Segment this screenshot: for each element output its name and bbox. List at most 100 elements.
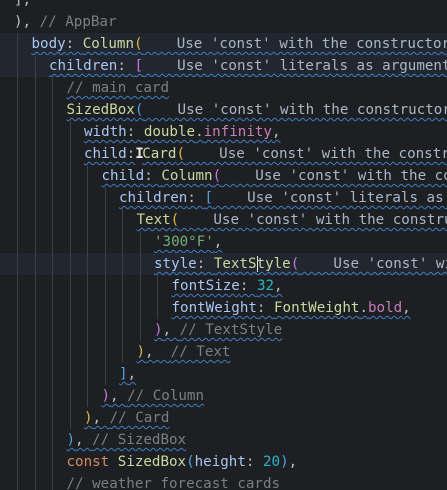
code-token: fontSize <box>171 278 240 294</box>
code-token: style <box>154 256 197 272</box>
indent-guide <box>52 297 53 319</box>
indent-guide <box>17 143 18 165</box>
code-line[interactable]: ], <box>0 363 447 385</box>
code-token: 32 <box>256 278 275 294</box>
indent-guide <box>34 341 36 363</box>
code-token: : <box>126 124 144 140</box>
indent-guide <box>122 209 123 231</box>
code-token: . <box>195 124 204 140</box>
code-token: , <box>92 410 110 426</box>
code-token: // Column <box>127 388 205 404</box>
indent-guide <box>17 231 18 253</box>
code-token: , <box>75 432 93 448</box>
code-token: : <box>117 58 135 74</box>
code-line[interactable]: fontSize: 32, <box>0 275 447 297</box>
code-line[interactable]: fontWeight: FontWeight.bold, <box>0 297 447 319</box>
code-text: SizedBox( Use 'const' with the construct… <box>67 99 447 121</box>
indent-guide <box>87 165 88 187</box>
code-token: body <box>31 36 66 52</box>
code-line[interactable]: children: [ Use 'const' literals as argu… <box>0 187 447 209</box>
code-line[interactable]: // weather forecast cards <box>0 473 447 490</box>
indent-guide <box>34 187 36 209</box>
code-token: Column <box>82 36 135 52</box>
indent-guide <box>52 209 53 231</box>
code-text: ), // Column <box>102 385 205 407</box>
indent-guide <box>139 319 141 341</box>
indent-guide <box>157 297 158 319</box>
indent-guide <box>34 77 36 99</box>
code-line[interactable]: child:ICard( Use 'const' with the constr… <box>0 143 447 165</box>
code-text: ], <box>119 363 136 385</box>
indent-guide <box>17 473 18 490</box>
code-text: children: [ Use 'const' literals as argu… <box>119 187 447 209</box>
code-line[interactable]: // main card <box>0 77 447 99</box>
code-line[interactable]: SizedBox( Use 'const' with the construct… <box>0 99 447 121</box>
code-line[interactable]: ), // Text <box>0 341 447 363</box>
code-text: // weather forecast cards <box>67 473 281 490</box>
code-token: [ <box>134 58 143 74</box>
indent-guide <box>17 165 18 187</box>
code-token: ) <box>136 344 146 360</box>
indent-guide <box>52 253 53 275</box>
code-line[interactable]: child: Column( Use 'const' with the cons… <box>0 165 447 187</box>
indent-guide <box>157 275 158 297</box>
code-token: // AppBar <box>39 14 117 30</box>
indent-guide <box>52 121 53 143</box>
indent-guide <box>87 363 88 385</box>
code-line[interactable]: style: TextStyle( Use 'const' with the c… <box>0 253 447 275</box>
indent-guide <box>34 363 36 385</box>
indent-guide <box>69 209 71 231</box>
indent-guide <box>17 363 18 385</box>
indent-guide <box>104 297 106 319</box>
code-token: ) <box>154 322 163 338</box>
code-token: , <box>127 366 137 382</box>
code-text: ), // Card <box>84 407 169 429</box>
indent-guide <box>122 275 123 297</box>
indent-guide <box>87 209 88 231</box>
code-token: infinity <box>203 124 272 140</box>
code-text: ), // TextStyle <box>154 319 282 341</box>
indent-guide <box>52 319 53 341</box>
code-text: fontWeight: FontWeight.bold, <box>172 297 411 319</box>
lint-hint: Use 'const' with the constructor <box>142 36 447 52</box>
indent-guide <box>34 143 36 165</box>
code-line[interactable]: body: Column( Use 'const' with the const… <box>0 33 447 55</box>
code-line[interactable]: const SizedBox(height: 20), <box>0 451 447 473</box>
code-token: children <box>49 58 118 74</box>
code-line[interactable]: ), // TextStyle <box>0 319 447 341</box>
indent-guide <box>122 341 123 363</box>
code-line[interactable]: Text( Use 'const' with the constructor <box>0 209 447 231</box>
code-text: ), // AppBar <box>14 11 117 33</box>
code-token: ( <box>212 168 222 184</box>
code-editor[interactable]: ],), // AppBar body: Column( Use 'const' … <box>0 0 447 490</box>
lint-hint: Use 'const' with the constructor <box>213 212 447 228</box>
indent-guide <box>17 33 18 55</box>
code-line[interactable]: '300°F', <box>0 231 447 253</box>
indent-guide <box>69 407 71 429</box>
code-line[interactable]: ), // Card <box>0 407 447 429</box>
code-token: : <box>126 146 136 162</box>
code-line[interactable]: ), // AppBar <box>0 11 447 33</box>
indent-guide <box>17 77 18 99</box>
indent-guide <box>52 143 53 165</box>
code-line[interactable]: ), // SizedBox <box>0 429 447 451</box>
code-token: double <box>143 124 196 140</box>
indent-guide <box>69 143 71 165</box>
code-line[interactable]: children: [ Use 'const' literals as argu… <box>0 55 447 77</box>
code-line[interactable]: ], <box>0 0 447 11</box>
lint-hint: Use 'const' literals as arguments <box>142 58 447 74</box>
code-token: children <box>119 190 188 206</box>
code-token: : <box>256 300 275 316</box>
code-token: const <box>66 454 118 470</box>
indent-guide <box>52 187 53 209</box>
indent-guide <box>34 99 36 121</box>
code-text: fontSize: 32, <box>172 275 283 297</box>
code-token: , <box>271 124 281 140</box>
code-line[interactable]: ), // Column <box>0 385 447 407</box>
indent-guide <box>17 319 18 341</box>
code-token: '300°F' <box>154 234 214 250</box>
indent-guide <box>52 165 53 187</box>
code-line[interactable]: width: double.infinity, <box>0 121 447 143</box>
code-token: : <box>144 168 162 184</box>
code-token: , <box>162 322 180 338</box>
